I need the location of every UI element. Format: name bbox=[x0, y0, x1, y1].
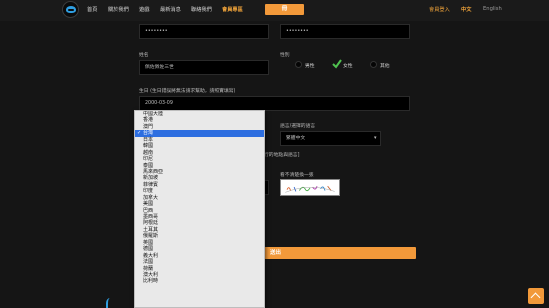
dropdown-option-label: 加拿大 bbox=[143, 194, 159, 201]
password-field[interactable]: •••••••• bbox=[139, 24, 269, 39]
dropdown-option-label: 阿根廷 bbox=[143, 220, 159, 227]
site-logo[interactable] bbox=[62, 1, 79, 18]
gender-female-label: 女性 bbox=[343, 64, 353, 69]
dropdown-option-label: 土耳其 bbox=[143, 226, 159, 233]
dropdown-option-label: 韓國 bbox=[143, 143, 154, 150]
nav-item-contact[interactable]: 聯絡我們 bbox=[191, 6, 212, 13]
dropdown-option-label: 比利時 bbox=[143, 278, 159, 285]
dropdown-option-label: 德國 bbox=[143, 246, 154, 253]
scroll-to-top-icon[interactable] bbox=[528, 288, 544, 304]
nav-item-news[interactable]: 最新消息 bbox=[160, 6, 181, 13]
language-en-link[interactable]: English bbox=[483, 6, 502, 12]
gender-label: 性別 bbox=[280, 53, 290, 58]
gender-other-label: 其他 bbox=[380, 64, 390, 69]
captcha-image bbox=[280, 179, 340, 196]
name-field[interactable]: 佩佐佩佐三世 bbox=[139, 60, 269, 75]
confirm-password-field[interactable]: •••••••• bbox=[280, 24, 410, 39]
language-zh-link[interactable]: 中文 bbox=[461, 6, 471, 13]
dropdown-option-label: 越南 bbox=[143, 149, 154, 156]
region-hint-text: 行的地點與語言] bbox=[264, 153, 300, 158]
nav-item-member-zone[interactable]: 會員專區 bbox=[222, 6, 243, 13]
gender-female-check-icon[interactable] bbox=[332, 59, 342, 69]
dropdown-option-label: 日本 bbox=[143, 136, 154, 143]
dropdown-option-label: 俄羅斯 bbox=[143, 233, 159, 240]
nav-item-home[interactable]: 首頁 bbox=[87, 6, 97, 13]
dropdown-option-label: 義大利 bbox=[143, 252, 159, 259]
decorative-swirl-icon bbox=[106, 298, 114, 308]
birthday-field[interactable]: 2000-03-09 bbox=[139, 96, 410, 111]
dropdown-option-label: 菲律賓 bbox=[143, 181, 159, 188]
language-select[interactable]: 繁體中文 bbox=[280, 131, 381, 146]
dropdown-option-label: 台灣 bbox=[143, 130, 154, 137]
nav-item-about[interactable]: 關於我們 bbox=[108, 6, 129, 13]
dropdown-option-label: 泰國 bbox=[143, 162, 154, 169]
dropdown-option-label: 法國 bbox=[143, 259, 154, 266]
birthday-label: 生日 (生日錯誤將無法請求幫助，請照實填寫) bbox=[139, 89, 236, 94]
country-dropdown-list[interactable]: 中國大陸 香港 澳門 ✓ 台灣 日本 韓國 越南 印尼 泰國 馬來西亞 新加坡 菲律賓 印度 加拿大 美國 巴西… bbox=[134, 110, 265, 308]
dropdown-option-label: 印尼 bbox=[143, 156, 154, 163]
name-label: 姓名 bbox=[139, 53, 149, 58]
top-navigation-bar: 首頁 關於我們 遊戲 最新消息 聯絡我們 會員專區 冊 會員登入 中文 Engl… bbox=[0, 0, 549, 21]
dropdown-option[interactable]: 比利時 bbox=[135, 278, 264, 284]
dropdown-option-label: 澳門 bbox=[143, 123, 154, 130]
dropdown-option-label: 印度 bbox=[143, 188, 154, 195]
dropdown-option-label: 英國 bbox=[143, 239, 154, 246]
dropdown-option-label: 新加坡 bbox=[143, 175, 159, 182]
language-label: 語言/選擇的語言 bbox=[280, 124, 316, 129]
captcha-refresh-link[interactable]: 看不清楚換一張 bbox=[280, 171, 314, 178]
dropdown-option-label: 巴西 bbox=[143, 207, 154, 214]
dropdown-option-label: 荷蘭 bbox=[143, 265, 154, 272]
gender-other-radio[interactable] bbox=[370, 61, 377, 68]
dropdown-option-label: 香港 bbox=[143, 117, 154, 124]
gender-male-radio[interactable] bbox=[295, 61, 302, 68]
member-login-link[interactable]: 會員登入 bbox=[429, 6, 450, 13]
register-button[interactable]: 冊 bbox=[265, 4, 304, 15]
chevron-down-icon: ▾ bbox=[374, 135, 377, 141]
nav-item-games[interactable]: 遊戲 bbox=[139, 6, 149, 13]
dropdown-option-label: 美國 bbox=[143, 201, 154, 208]
gender-male-label: 男性 bbox=[305, 64, 315, 69]
